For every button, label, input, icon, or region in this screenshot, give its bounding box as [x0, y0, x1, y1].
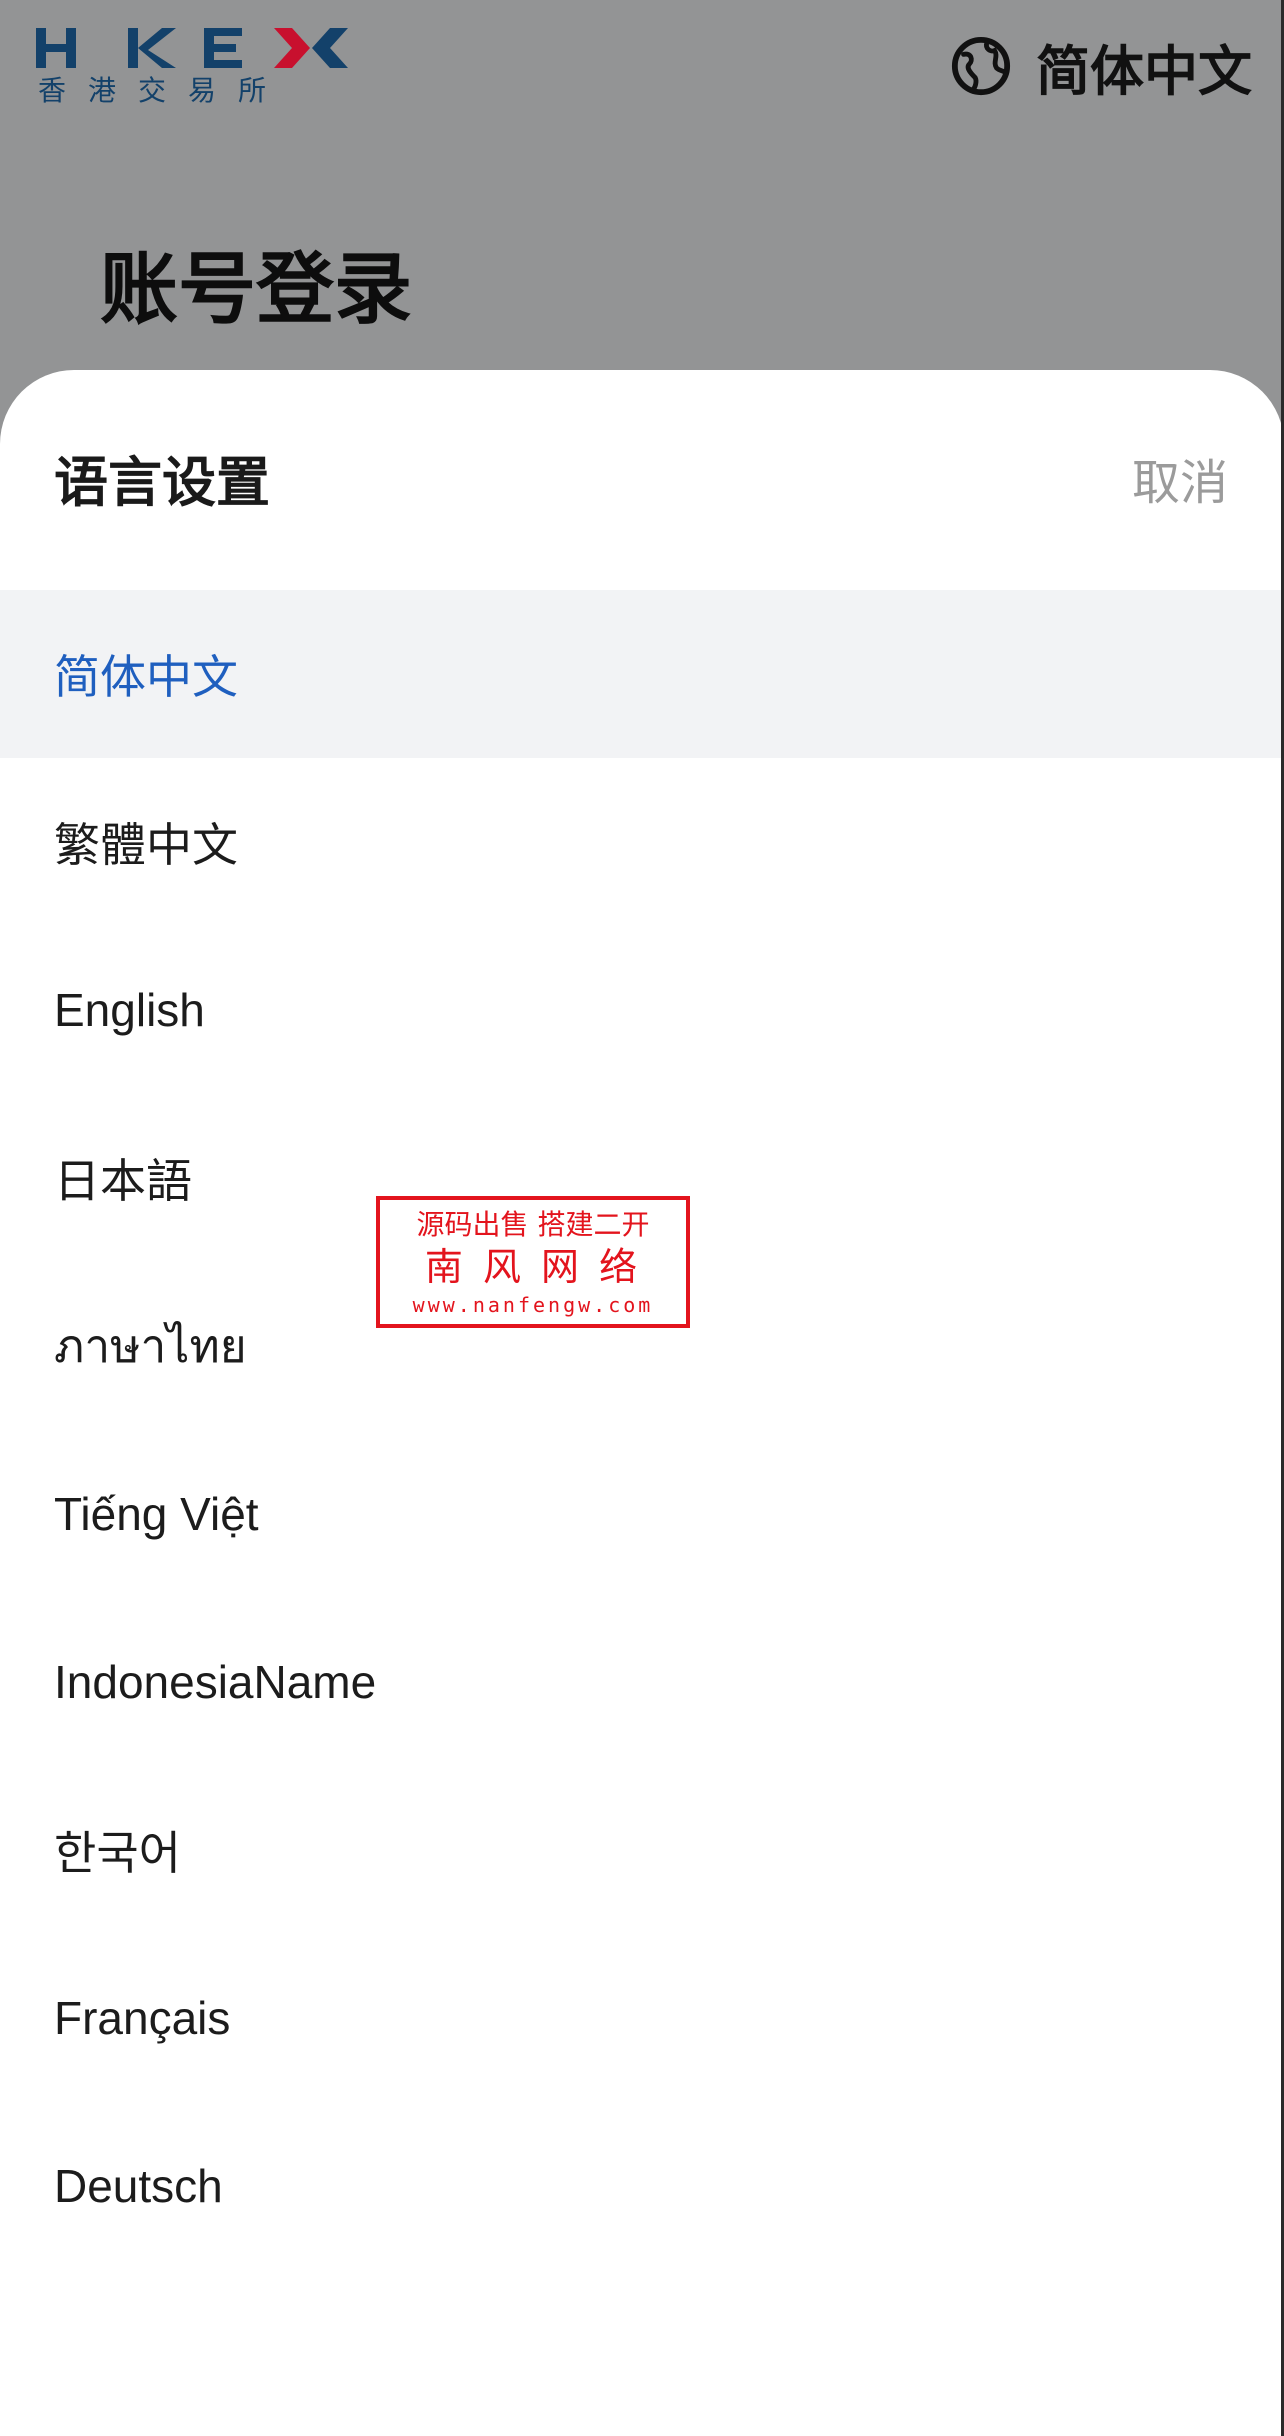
- language-option-indonesian[interactable]: IndonesiaName: [0, 1598, 1284, 1766]
- sheet-title: 语言设置: [54, 451, 270, 514]
- language-option-french[interactable]: Français: [0, 1934, 1284, 2102]
- watermark-line-3: www.nanfengw.com: [413, 1293, 654, 1317]
- watermark-stamp: 源码出售 搭建二开 南 风 网 络 www.nanfengw.com: [376, 1196, 690, 1328]
- current-language-label[interactable]: 简体中文: [1036, 27, 1252, 106]
- language-option-german[interactable]: Deutsch: [0, 2102, 1284, 2270]
- watermark-line-1: 源码出售 搭建二开: [417, 1208, 650, 1241]
- language-list: 简体中文 繁體中文 English 日本語 ภาษาไทย Tiếng Việt…: [0, 590, 1284, 2270]
- cancel-button[interactable]: 取消: [1132, 448, 1228, 518]
- language-option-vietnamese[interactable]: Tiếng Việt: [0, 1430, 1284, 1598]
- language-option-korean[interactable]: 한국어: [0, 1766, 1284, 1934]
- language-option-zh-hant[interactable]: 繁體中文: [0, 758, 1284, 926]
- language-option-english[interactable]: English: [0, 926, 1284, 1094]
- sheet-header: 语言设置 取消: [0, 370, 1284, 590]
- hkex-logo: 香港交易所: [36, 24, 350, 108]
- logo-subtext: 香港交易所: [38, 74, 289, 107]
- globe-icon: [951, 36, 1011, 96]
- watermark-line-2: 南 风 网 络: [425, 1245, 641, 1289]
- language-settings-sheet: 语言设置 取消 简体中文 繁體中文 English 日本語 ภาษาไทย Ti…: [0, 370, 1284, 2436]
- watermark-stamp-graphic: 源码出售 搭建二开 南 风 网 络 www.nanfengw.com: [413, 1208, 654, 1317]
- language-switch[interactable]: 简体中文: [950, 30, 1252, 103]
- language-option-zh-hans[interactable]: 简体中文: [0, 590, 1284, 758]
- page-title: 账号登录: [100, 245, 413, 335]
